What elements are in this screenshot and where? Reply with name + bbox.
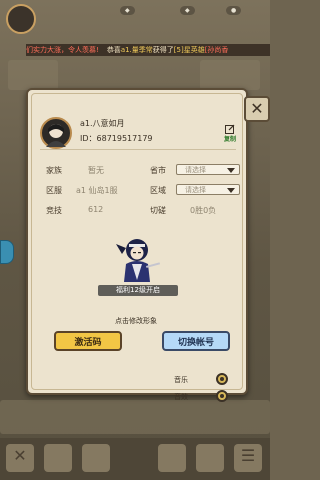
- currency-badge: ◆: [180, 6, 195, 15]
- sfx-label: 音效: [174, 393, 188, 401]
- music-label: 音乐: [174, 376, 188, 384]
- close-button[interactable]: ✕: [244, 96, 270, 122]
- ticker-text: 们实力大涨，令人羡慕!: [26, 46, 99, 54]
- ticker-text: 获得了: [152, 46, 174, 54]
- spar-label: 切磋: [150, 206, 166, 215]
- player-avatar-top[interactable]: [6, 4, 36, 34]
- server-label: 区服: [46, 186, 62, 195]
- province-select-value: 请选择: [185, 166, 206, 174]
- currency-badge: ●: [226, 6, 242, 15]
- menu-icon: ☰: [240, 446, 256, 465]
- sfx-toggle[interactable]: [216, 390, 228, 402]
- ticker-text: [孙尚香: [204, 46, 229, 54]
- province-select[interactable]: 请选择: [176, 164, 240, 175]
- ticker-player-name: a1.量季常: [120, 46, 153, 54]
- nav-slot[interactable]: [44, 444, 72, 472]
- background-tile: [0, 400, 270, 434]
- divider: [40, 149, 236, 150]
- dropdown-arrow-icon: [227, 188, 235, 193]
- region-select[interactable]: 请选择: [176, 184, 240, 195]
- activation-code-button[interactable]: 激活码: [54, 331, 122, 351]
- profile-avatar[interactable]: [40, 117, 72, 149]
- hero-figure-icon: [116, 239, 161, 291]
- change-appearance-hint[interactable]: 点击修改形象: [96, 316, 176, 326]
- profile-name: a1.八意如月: [80, 119, 125, 128]
- family-label: 家族: [46, 166, 62, 175]
- unlock-banner: 福利12级开启: [98, 285, 178, 296]
- arena-value: 612: [88, 205, 104, 214]
- currency-badge: ◆: [120, 6, 135, 15]
- arena-label: 竞技: [46, 206, 62, 215]
- music-toggle[interactable]: [216, 373, 228, 385]
- copy-id-button[interactable]: 复制: [224, 134, 236, 143]
- switch-account-button[interactable]: 切换帐号: [162, 331, 230, 351]
- close-icon: ✕: [250, 99, 264, 118]
- spar-value: 0胜0负: [190, 206, 217, 215]
- family-value: 暂无: [88, 166, 104, 175]
- edit-icon[interactable]: [225, 119, 235, 134]
- side-event-button[interactable]: [0, 240, 14, 264]
- server-value: a1 仙岛1服: [76, 186, 118, 195]
- character-figure[interactable]: [112, 234, 162, 292]
- announcement-ticker: 们实力大涨，令人羡慕! 恭喜a1.量季常获得了[5]星英雄[孙尚香: [26, 44, 270, 56]
- nav-slot[interactable]: [82, 444, 110, 472]
- region-select-value: 请选择: [185, 186, 206, 194]
- dropdown-arrow-icon: [227, 168, 235, 173]
- background-tile: [8, 60, 58, 90]
- ticker-item: [5]星英雄: [173, 46, 205, 54]
- background-tile: [200, 60, 260, 90]
- profile-id: ID：68719517179: [80, 134, 153, 143]
- nav-slot[interactable]: [196, 444, 224, 472]
- bottom-nav-bar: [0, 438, 270, 480]
- swords-icon: ✕: [13, 446, 27, 465]
- nav-slot[interactable]: [158, 444, 186, 472]
- avatar-portrait-icon: [46, 124, 66, 147]
- province-label: 省市: [150, 166, 166, 175]
- top-status-bar: ◆ ◆ ●: [0, 0, 270, 42]
- region-label: 区域: [150, 186, 166, 195]
- ticker-text: 恭喜: [106, 46, 121, 54]
